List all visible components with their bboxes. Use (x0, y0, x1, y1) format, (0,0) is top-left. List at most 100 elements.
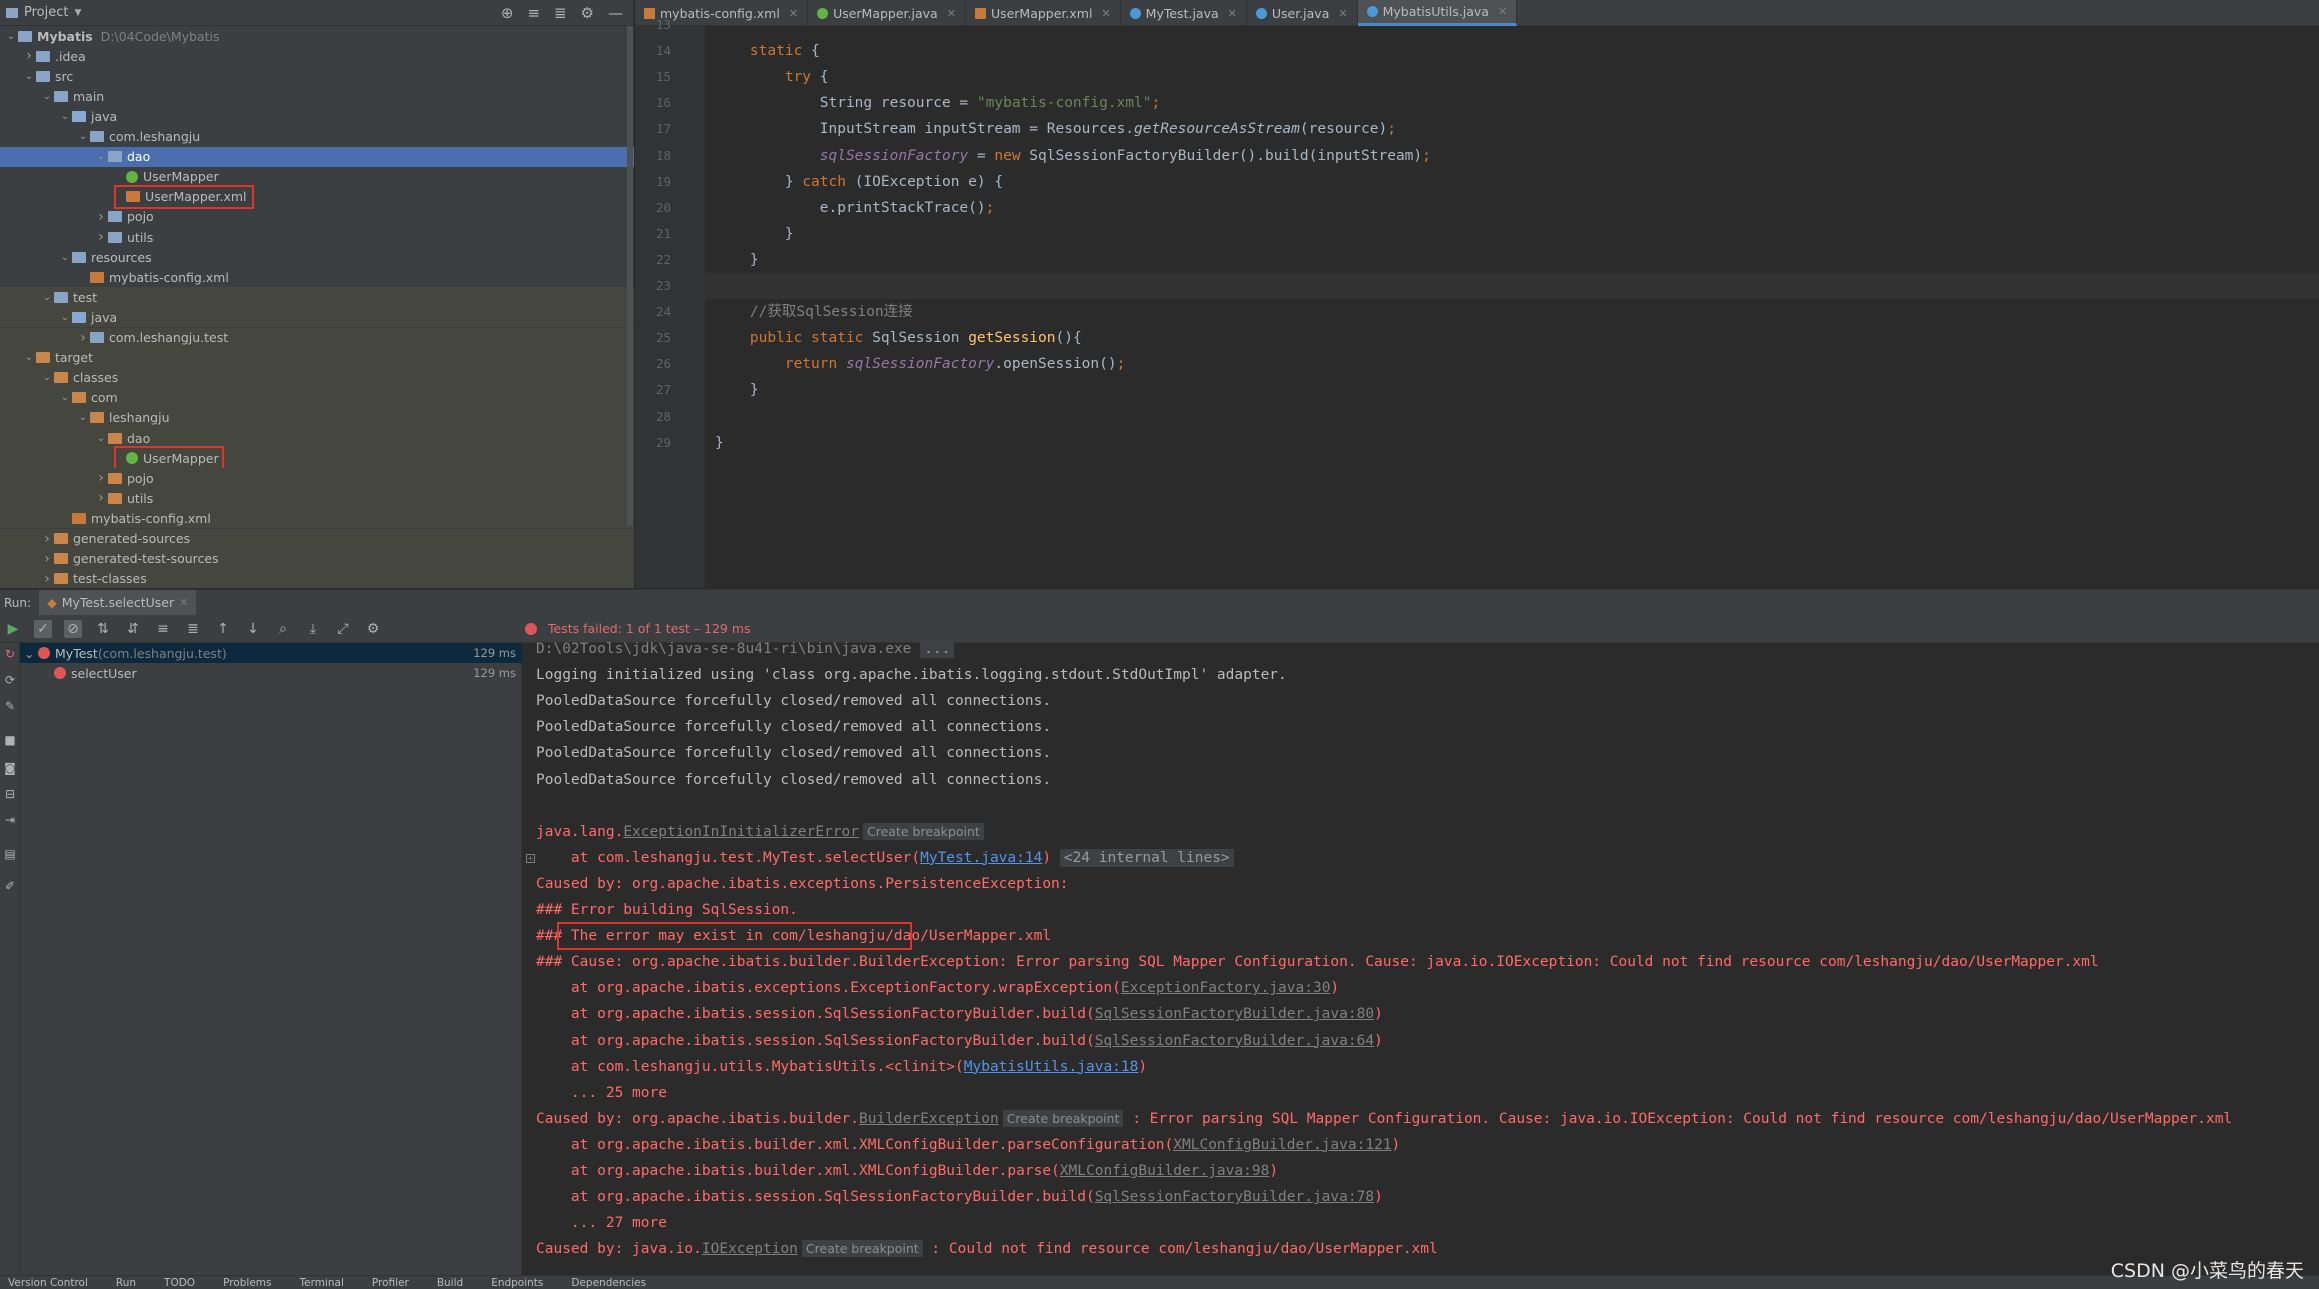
tool-window-button[interactable]: Run (116, 1277, 136, 1289)
project-view-title[interactable]: Project (24, 5, 68, 20)
tree-item[interactable]: ⌄ Mybatis D:\04Code\Mybatis (0, 26, 634, 46)
code-line[interactable]: e.printStackTrace(); (705, 195, 2319, 221)
layout-icon[interactable]: ▤ (3, 847, 17, 861)
inline-hint[interactable]: Create breakpoint (1002, 1109, 1124, 1127)
test-item[interactable]: ⌄ MyTest (com.leshangju.test) 129 ms (20, 643, 522, 663)
inline-hint[interactable]: <24 internal lines> (1059, 848, 1234, 867)
tree-item[interactable]: › pojo (0, 468, 634, 489)
gear-icon[interactable]: ⚙ (364, 620, 382, 638)
chevron-right-icon[interactable]: › (94, 209, 108, 225)
chevron-right-icon[interactable]: › (40, 551, 54, 567)
chevron-down-icon[interactable]: ⌄ (22, 71, 36, 82)
close-icon[interactable]: ✕ (179, 596, 188, 609)
tree-item[interactable]: › com.leshangju.test (0, 327, 634, 348)
inline-hint[interactable]: ... (920, 640, 955, 658)
tree-item[interactable]: › generated-test-sources (0, 548, 634, 569)
stacktrace-link[interactable]: ExceptionFactory.java:30 (1121, 980, 1331, 996)
stacktrace-link[interactable]: XMLConfigBuilder.java:121 (1173, 1137, 1391, 1153)
stacktrace-link[interactable]: SqlSessionFactoryBuilder.java:64 (1095, 1033, 1374, 1049)
collapse-all-icon[interactable]: ≣ (554, 4, 567, 22)
wrench-icon[interactable]: ✎ (3, 699, 17, 713)
chevron-down-icon[interactable]: ⌄ (94, 151, 108, 162)
next-failed-icon[interactable]: ↓ (244, 620, 262, 638)
stacktrace-link[interactable]: ExceptionInInitializerError (623, 824, 859, 840)
stacktrace-link[interactable]: IOException (702, 1241, 798, 1257)
tree-item[interactable]: ⌄ dao (0, 146, 634, 167)
stacktrace-link[interactable]: MyTest.java:14 (920, 850, 1042, 866)
chevron-down-icon[interactable]: ⌄ (24, 646, 38, 661)
chevron-down-icon[interactable]: ⌄ (58, 392, 72, 403)
stacktrace-link[interactable]: SqlSessionFactoryBuilder.java:78 (1095, 1189, 1374, 1205)
chevron-right-icon[interactable]: › (94, 229, 108, 245)
run-tab[interactable]: ◆ MyTest.selectUser ✕ (39, 589, 197, 616)
tree-item[interactable]: mybatis-config.xml (0, 267, 634, 287)
inline-hint[interactable]: Create breakpoint (801, 1240, 923, 1258)
chevron-down-icon[interactable]: ⌄ (22, 352, 36, 363)
tree-item[interactable]: › utils (0, 227, 634, 247)
tree-item[interactable]: ⌄ test (0, 287, 634, 308)
minimize-icon[interactable]: — (608, 4, 623, 22)
sort-duration-icon[interactable]: ⇵ (124, 620, 142, 638)
tree-scrollbar[interactable] (627, 26, 633, 526)
chevron-right-icon[interactable]: › (22, 48, 36, 64)
prev-failed-icon[interactable]: ↑ (214, 620, 232, 638)
tree-item[interactable]: ⌄ com (0, 387, 634, 408)
expand-all-icon[interactable]: ≡ (527, 4, 540, 22)
chevron-down-icon[interactable]: ⌄ (4, 31, 18, 42)
chevron-down-icon[interactable]: ⌄ (40, 372, 54, 383)
chevron-down-icon[interactable]: ⌄ (76, 412, 90, 423)
code-line[interactable]: } (705, 430, 2319, 456)
exit-icon[interactable]: ⇥ (3, 813, 17, 827)
chevron-right-icon[interactable]: › (76, 330, 90, 346)
tree-item[interactable]: UserMapper (0, 448, 634, 469)
code-line[interactable] (705, 273, 2319, 299)
chevron-right-icon[interactable]: › (94, 490, 108, 506)
code-line[interactable]: sqlSessionFactory = new SqlSessionFactor… (705, 143, 2319, 169)
show-ignored-icon[interactable]: ⊘ (64, 619, 82, 638)
tree-item[interactable]: ⌄ classes (0, 367, 634, 388)
expand-all-icon[interactable]: ≡ (154, 620, 172, 638)
tool-window-button[interactable]: Profiler (372, 1277, 409, 1289)
locate-icon[interactable]: ⊕ (501, 4, 514, 22)
dump-threads-icon[interactable]: ⊟ (3, 787, 17, 801)
tree-item[interactable]: › test-classes (0, 568, 634, 588)
code-line[interactable] (705, 12, 2319, 38)
chevron-down-icon[interactable]: ⌄ (94, 433, 108, 444)
tree-item[interactable]: ⌄ com.leshangju (0, 127, 634, 147)
code-line[interactable]: try { (705, 64, 2319, 90)
tree-item[interactable]: › generated-sources (0, 528, 634, 549)
inline-hint[interactable]: Create breakpoint (863, 822, 984, 840)
search-icon[interactable]: ⌕ (274, 620, 292, 638)
tree-item[interactable]: ⌄ leshangju (0, 407, 634, 428)
collapse-all-icon[interactable]: ≣ (184, 620, 202, 638)
code-line[interactable]: static { (705, 38, 2319, 64)
chevron-right-icon[interactable]: › (40, 571, 54, 587)
import-tests-icon[interactable]: ⤓ (304, 620, 322, 638)
tree-item[interactable]: ⌄ resources (0, 247, 634, 267)
chevron-down-icon[interactable]: ⌄ (40, 292, 54, 303)
tree-item[interactable]: mybatis-config.xml (0, 508, 634, 529)
code-line[interactable]: //获取SqlSession连接 (705, 299, 2319, 325)
tool-window-button[interactable]: Build (437, 1277, 463, 1289)
tool-window-button[interactable]: TODO (164, 1277, 195, 1289)
stacktrace-link[interactable]: MybatisUtils.java:18 (964, 1059, 1139, 1075)
tree-item[interactable]: ⌄ dao (0, 428, 634, 448)
code-line[interactable]: } catch (IOException e) { (705, 169, 2319, 195)
rerun-failed-icon[interactable]: ↻ (3, 647, 17, 661)
export-tests-icon[interactable]: ⤢ (334, 620, 352, 638)
tree-item[interactable]: ⌄ java (0, 106, 634, 126)
test-item[interactable]: selectUser 129 ms (20, 663, 522, 683)
code-line[interactable]: } (705, 377, 2319, 403)
tree-item[interactable]: ⌄ main (0, 86, 634, 106)
gear-icon[interactable]: ⚙ (581, 4, 594, 22)
tree-item[interactable]: › utils (0, 488, 634, 509)
chevron-down-icon[interactable]: ⌄ (58, 111, 72, 122)
sort-alpha-icon[interactable]: ⇅ (94, 620, 112, 638)
code-line[interactable]: } (705, 221, 2319, 247)
tree-item[interactable]: UserMapper.xml (0, 187, 634, 207)
chevron-down-icon[interactable]: ⌄ (76, 131, 90, 142)
code-line[interactable]: InputStream inputStream = Resources.getR… (705, 116, 2319, 142)
stop-icon[interactable]: ■ (3, 733, 17, 747)
stacktrace-link[interactable]: XMLConfigBuilder.java:98 (1060, 1163, 1270, 1179)
code-line[interactable]: String resource = "mybatis-config.xml"; (705, 90, 2319, 116)
